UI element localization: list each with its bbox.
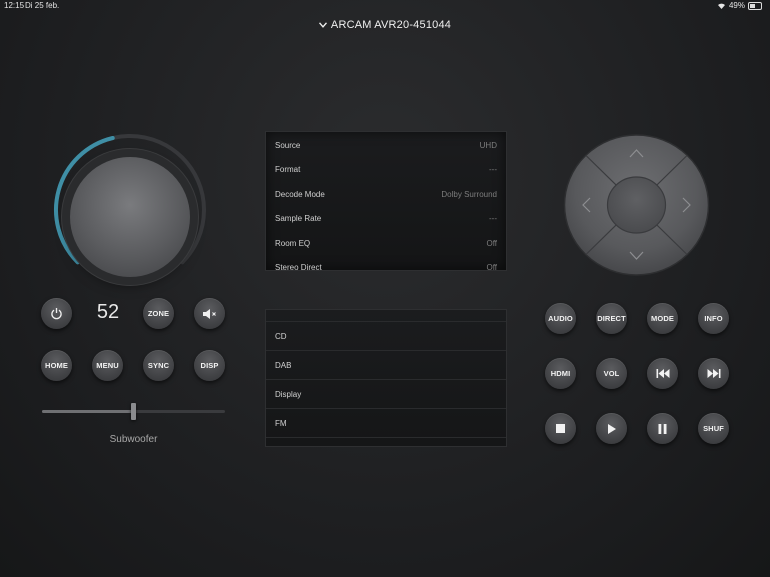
- info-key: Sample Rate: [275, 214, 322, 223]
- source-label: FM: [275, 419, 287, 428]
- info-value: ---: [489, 214, 497, 223]
- navigation-dpad: [563, 134, 710, 276]
- info-key: Format: [275, 165, 301, 174]
- volume-knob[interactable]: [70, 157, 190, 277]
- info-value: Dolby Surround: [441, 190, 497, 199]
- source-item-dab[interactable]: DAB: [266, 351, 506, 380]
- info-row: Format ---: [275, 165, 497, 174]
- pause-icon: [658, 423, 667, 434]
- audio-button[interactable]: AUDIO: [545, 303, 576, 334]
- source-item-cd[interactable]: CD: [266, 322, 506, 351]
- power-icon: [51, 308, 62, 320]
- status-date: Di 25 feb.: [25, 1, 60, 10]
- battery-icon: [748, 1, 762, 10]
- info-key: Stereo Direct: [275, 263, 322, 271]
- source-item-fm[interactable]: FM: [266, 409, 506, 438]
- info-row: Source UHD: [275, 141, 497, 150]
- hdmi-button[interactable]: HDMI: [545, 358, 576, 389]
- info-key: Source: [275, 141, 301, 150]
- battery-percent: 49%: [728, 1, 745, 10]
- vol-button[interactable]: VOL: [596, 358, 627, 389]
- direct-button[interactable]: DIRECT: [596, 303, 627, 334]
- mode-button[interactable]: MODE: [647, 303, 678, 334]
- status-right: 49%: [717, 1, 762, 10]
- dpad-ok-button[interactable]: [606, 176, 667, 234]
- play-button[interactable]: [596, 413, 627, 444]
- power-button[interactable]: [41, 298, 72, 329]
- source-label: Display: [275, 390, 302, 399]
- chevron-down-icon: [318, 20, 327, 30]
- source-list[interactable]: BT CD DAB Display FM: [265, 309, 507, 447]
- zone-button[interactable]: ZONE: [143, 298, 174, 329]
- source-label: BT: [275, 310, 285, 312]
- subwoofer-label: Subwoofer: [109, 434, 158, 445]
- source-item-display[interactable]: Display: [266, 380, 506, 409]
- info-panel: Source UHD Format --- Decode Mode Dolby …: [265, 131, 507, 271]
- source-label: DAB: [275, 361, 292, 370]
- sync-button[interactable]: SYNC: [143, 350, 174, 381]
- play-icon: [608, 423, 616, 434]
- info-value: UHD: [479, 141, 497, 150]
- home-button[interactable]: HOME: [41, 350, 72, 381]
- info-key: Decode Mode: [275, 190, 325, 199]
- info-row: Stereo Direct Off: [275, 263, 497, 271]
- subwoofer-slider-thumb[interactable]: [131, 403, 136, 420]
- skip-previous-icon: [656, 369, 669, 378]
- volume-level: 52: [96, 301, 120, 323]
- wifi-icon: [717, 3, 725, 9]
- device-name: ARCAM AVR20-451044: [330, 19, 452, 31]
- source-label: CD: [275, 332, 287, 341]
- shuffle-button[interactable]: SHUF: [698, 413, 729, 444]
- status-bar: 12:15 Di 25 feb. 49%: [0, 0, 770, 12]
- source-item-bt[interactable]: BT: [266, 310, 506, 322]
- info-button[interactable]: INFO: [698, 303, 729, 334]
- stop-icon: [556, 424, 565, 433]
- previous-button[interactable]: [647, 358, 678, 389]
- info-key: Room EQ: [275, 239, 311, 248]
- skip-next-icon: [707, 369, 720, 378]
- disp-button[interactable]: DISP: [194, 350, 225, 381]
- menu-button[interactable]: MENU: [92, 350, 123, 381]
- status-time: 12:15: [4, 1, 25, 10]
- device-selector[interactable]: ARCAM AVR20-451044: [0, 19, 770, 31]
- mute-icon: [202, 308, 216, 319]
- pause-button[interactable]: [647, 413, 678, 444]
- info-value: Off: [486, 263, 497, 271]
- info-value: ---: [489, 165, 497, 174]
- stop-button[interactable]: [545, 413, 576, 444]
- info-row: Room EQ Off: [275, 239, 497, 248]
- subwoofer-slider-fill: [42, 410, 134, 413]
- info-value: Off: [486, 239, 497, 248]
- info-row: Decode Mode Dolby Surround: [275, 190, 497, 199]
- next-button[interactable]: [698, 358, 729, 389]
- mute-button[interactable]: [194, 298, 225, 329]
- info-row: Sample Rate ---: [275, 214, 497, 223]
